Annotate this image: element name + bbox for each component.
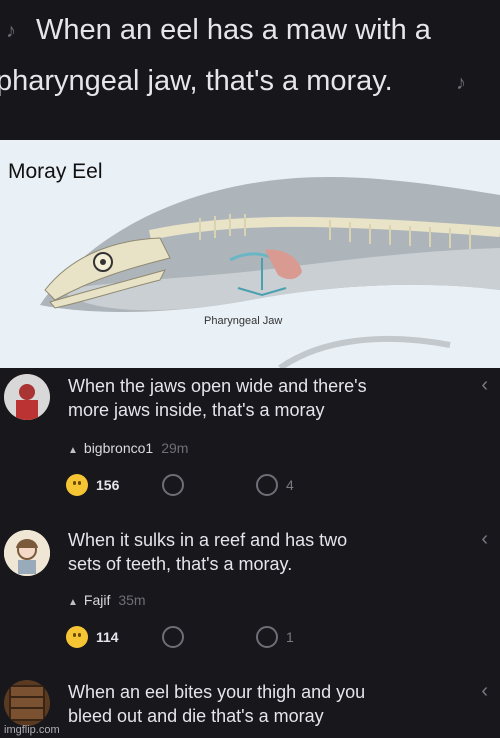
reply-icon[interactable]	[256, 626, 278, 648]
frown-icon[interactable]	[162, 474, 184, 496]
timestamp: 35m	[118, 592, 146, 608]
diagram-title: Moray Eel	[8, 160, 103, 183]
music-note-icon: ♪	[456, 72, 466, 94]
username[interactable]: Fajif	[84, 592, 110, 608]
reply-count: 1	[286, 629, 294, 645]
jaw-label: Pharyngeal Jaw	[204, 315, 283, 327]
caption-line-2: pharyngeal jaw, that's a moray.	[0, 65, 393, 97]
like-count: 156	[96, 477, 120, 493]
comment: When it sulks in a reef and has two sets…	[0, 522, 500, 670]
comment-line: When the jaws open wide and there's	[68, 376, 367, 396]
chevron-left-icon[interactable]: ‹	[481, 680, 488, 703]
upvote-icon: ▲	[68, 445, 78, 456]
comment-actions: 114 1	[66, 626, 366, 648]
moray-eel-diagram: Moray Eel Pharyngeal Jaw	[0, 140, 500, 368]
comment-text: When it sulks in a reef and has two sets…	[68, 528, 468, 576]
comment-line: When it sulks in a reef and has two	[68, 530, 348, 550]
caption-line-1: When an eel has a maw with a	[36, 14, 431, 46]
reply-count: 4	[286, 477, 294, 493]
chevron-left-icon[interactable]: ‹	[481, 374, 488, 397]
watermark: imgflip.com	[4, 724, 60, 736]
timestamp: 29m	[161, 440, 189, 456]
comment-actions: 156 4	[66, 474, 366, 496]
comment-meta: ▲ Fajif 35m	[68, 592, 146, 608]
meme-caption: ♪ When an eel has a maw with a pharyngea…	[0, 0, 500, 140]
chevron-left-icon[interactable]: ‹	[481, 528, 488, 551]
comment-line: sets of teeth, that's a moray.	[68, 554, 293, 574]
smile-emoji-icon[interactable]	[66, 626, 88, 648]
music-note-icon: ♪	[6, 20, 16, 42]
upvote-icon: ▲	[68, 597, 78, 608]
comment: When an eel bites your thigh and you ble…	[0, 676, 500, 738]
reply-icon[interactable]	[256, 474, 278, 496]
comment-line: When an eel bites your thigh and you	[68, 682, 366, 702]
avatar[interactable]	[4, 680, 50, 726]
comment-meta: ▲ bigbronco1 29m	[68, 440, 188, 456]
username[interactable]: bigbronco1	[84, 440, 153, 456]
avatar[interactable]	[4, 530, 50, 576]
avatar[interactable]	[4, 374, 50, 420]
like-count: 114	[96, 629, 119, 645]
comment-line: more jaws inside, that's a moray	[68, 400, 325, 420]
frown-icon[interactable]	[162, 626, 184, 648]
smile-emoji-icon[interactable]	[66, 474, 88, 496]
comment-line: bleed out and die that's a moray	[68, 706, 324, 726]
comment-text: When an eel bites your thigh and you ble…	[68, 680, 468, 728]
comment: When the jaws open wide and there's more…	[0, 368, 500, 520]
comment-text: When the jaws open wide and there's more…	[68, 374, 468, 422]
